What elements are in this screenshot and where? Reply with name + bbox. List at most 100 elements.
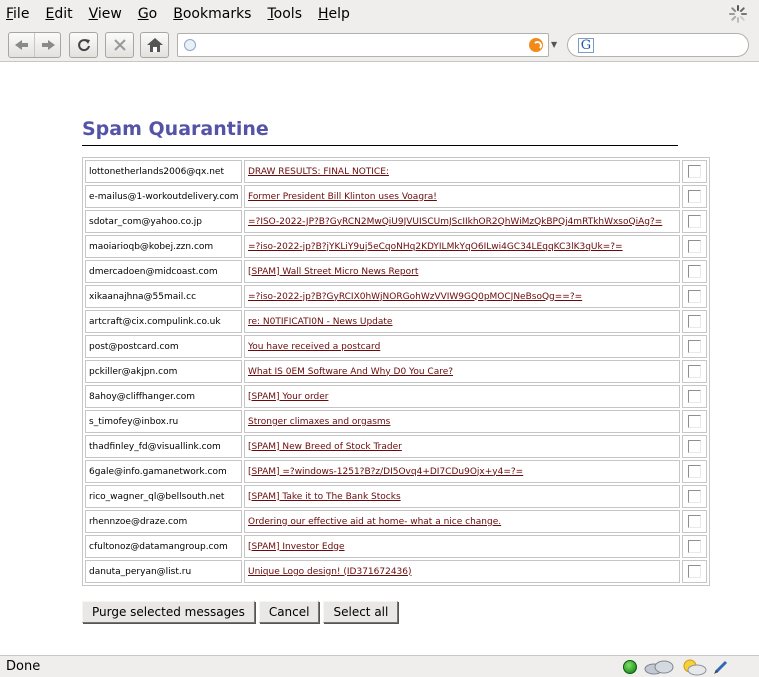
select-checkbox[interactable]	[688, 340, 701, 353]
subject-cell: Former President Bill Klinton uses Voagr…	[244, 185, 680, 208]
select-cell	[682, 185, 707, 208]
table-row: artcraft@cix.compulink.co.uk re: N0TIFICA…	[85, 310, 707, 333]
select-checkbox[interactable]	[688, 165, 701, 178]
page-title: Spam Quarantine	[82, 118, 269, 140]
back-button[interactable]	[9, 33, 34, 57]
menu-accel-letter: V	[88, 6, 98, 22]
google-icon[interactable]: G	[578, 38, 594, 53]
table-row: sdotar_com@yahoo.co.jp =?ISO-2022-JP?B?Gy…	[85, 210, 707, 233]
subject-cell: DRAW RESULTS: FINAL NOTICE:	[244, 160, 680, 183]
menu-label-rest: dit	[54, 6, 73, 22]
online-status-icon[interactable]	[623, 660, 637, 674]
menu-bookmarks[interactable]: Bookmarks	[165, 0, 259, 28]
select-cell	[682, 335, 707, 358]
menu-help[interactable]: Help	[310, 0, 358, 28]
subject-cell: [SPAM] =?windows-1251?B?z/DI5Ovq4+DI7CDu…	[244, 460, 680, 483]
status-bar: Done	[0, 655, 759, 677]
select-checkbox[interactable]	[688, 215, 701, 228]
subject-link[interactable]: [SPAM] Take it to The Bank Stocks	[248, 492, 401, 502]
subject-link[interactable]: DRAW RESULTS: FINAL NOTICE:	[248, 167, 389, 177]
select-cell	[682, 535, 707, 558]
cancel-button[interactable]: Cancel	[258, 601, 320, 623]
url-dropdown-icon[interactable]: ▼	[551, 40, 557, 49]
purge-selected-button[interactable]: Purge selected messages	[82, 601, 255, 623]
select-checkbox[interactable]	[688, 515, 701, 528]
subject-link[interactable]: [SPAM] Investor Edge	[248, 542, 345, 552]
select-checkbox[interactable]	[688, 365, 701, 378]
subject-link[interactable]: [SPAM] Wall Street Micro News Report	[248, 267, 418, 277]
subject-cell: [SPAM] New Breed of Stock Trader	[244, 435, 680, 458]
subject-link[interactable]: What IS 0EM Software And Why D0 You Care…	[248, 367, 453, 377]
menu-accel-letter: H	[318, 6, 329, 22]
subject-link[interactable]: Ordering our effective aid at home- what…	[248, 517, 501, 527]
select-cell	[682, 560, 707, 583]
search-bar[interactable]: G	[567, 33, 749, 57]
select-checkbox[interactable]	[688, 240, 701, 253]
sender-cell: s_timofey@inbox.ru	[85, 410, 242, 433]
table-row: lottonetherlands2006@qx.net DRAW RESULTS:…	[85, 160, 707, 183]
select-checkbox[interactable]	[688, 465, 701, 478]
select-checkbox[interactable]	[688, 415, 701, 428]
back-forward-group	[8, 32, 61, 58]
stop-icon	[113, 39, 126, 51]
subject-link[interactable]: [SPAM] =?windows-1251?B?z/DI5Ovq4+DI7CDu…	[248, 467, 523, 477]
subject-link[interactable]: Unique Logo design! (ID371672436)	[248, 567, 412, 577]
select-checkbox[interactable]	[688, 390, 701, 403]
subject-link[interactable]: You have received a postcard	[248, 342, 380, 352]
reload-button[interactable]	[69, 32, 98, 58]
table-row: e-mailus@1-workoutdelivery.com Former Pre…	[85, 185, 707, 208]
select-checkbox[interactable]	[688, 490, 701, 503]
subject-cell: Stronger climaxes and orgasms	[244, 410, 680, 433]
select-cell	[682, 485, 707, 508]
subject-link[interactable]: [SPAM] Your order	[248, 392, 328, 402]
subject-cell: Ordering our effective aid at home- what…	[244, 510, 680, 533]
select-checkbox[interactable]	[688, 440, 701, 453]
rss-feed-icon[interactable]	[529, 38, 543, 52]
subject-link[interactable]: Stronger climaxes and orgasms	[248, 417, 390, 427]
sender-cell: rico_wagner_ql@bellsouth.net	[85, 485, 242, 508]
table-row: maoiarioqb@kobej.zzn.com =?iso-2022-jp?B?…	[85, 235, 707, 258]
subject-cell: =?ISO-2022-JP?B?GyRCN2MwQiU9JVUISCUmJScI…	[244, 210, 680, 233]
menu-edit[interactable]: Edit	[37, 0, 80, 28]
table-row: post@postcard.com You have received a pos…	[85, 335, 707, 358]
select-checkbox[interactable]	[688, 265, 701, 278]
select-checkbox[interactable]	[688, 565, 701, 578]
menu-tools[interactable]: Tools	[259, 0, 310, 28]
select-checkbox[interactable]	[688, 540, 701, 553]
menu-go[interactable]: Go	[130, 0, 165, 28]
select-all-button[interactable]: Select all	[323, 601, 399, 623]
stop-button[interactable]	[105, 32, 134, 58]
subject-link[interactable]: =?iso-2022-jp?B?jYKLiY9uj5eCqoNHq2KDYILM…	[248, 242, 623, 252]
menu-accel-letter: B	[173, 6, 183, 22]
subject-link[interactable]: =?ISO-2022-JP?B?GyRCN2MwQiU9JVUISCUmJScI…	[248, 217, 662, 227]
sender-cell: thadfinley_fd@visuallink.com	[85, 435, 242, 458]
subject-link[interactable]: =?iso-2022-jp?B?GyRCIX0hWjNORGohWzVVIW9G…	[248, 292, 582, 302]
select-cell	[682, 435, 707, 458]
subject-link[interactable]: [SPAM] New Breed of Stock Trader	[248, 442, 402, 452]
edit-pen-icon[interactable]	[713, 659, 729, 675]
select-checkbox[interactable]	[688, 190, 701, 203]
menu-file[interactable]: File	[0, 0, 37, 28]
forward-button[interactable]	[34, 33, 60, 57]
subject-cell: You have received a postcard	[244, 335, 680, 358]
weather-sun-icon[interactable]	[681, 658, 707, 676]
back-arrow-icon	[14, 40, 28, 50]
subject-link[interactable]: Former President Bill Klinton uses Voagr…	[248, 192, 437, 202]
subject-link[interactable]: re: N0TIFICATI0N - News Update	[248, 317, 392, 327]
menubar: File Edit View Go Bookmarks Tools Help	[0, 0, 759, 28]
menu-accel-letter: G	[137, 6, 149, 22]
sender-cell: 8ahoy@cliffhanger.com	[85, 385, 242, 408]
menu-view[interactable]: View	[81, 0, 130, 28]
select-cell	[682, 385, 707, 408]
menu-label-rest: ookmarks	[182, 6, 252, 22]
subject-cell: =?iso-2022-jp?B?jYKLiY9uj5eCqoNHq2KDYILM…	[244, 235, 680, 258]
navigation-toolbar: ▼ G	[0, 28, 759, 62]
select-checkbox[interactable]	[688, 290, 701, 303]
select-checkbox[interactable]	[688, 315, 701, 328]
subject-cell: [SPAM] Take it to The Bank Stocks	[244, 485, 680, 508]
table-row: dmercadoen@midcoast.com [SPAM] Wall Stree…	[85, 260, 707, 283]
quarantine-table: lottonetherlands2006@qx.net DRAW RESULTS:…	[82, 157, 710, 586]
weather-cloud-icon[interactable]	[643, 659, 675, 675]
url-bar[interactable]	[177, 33, 549, 57]
home-button[interactable]	[140, 32, 169, 58]
